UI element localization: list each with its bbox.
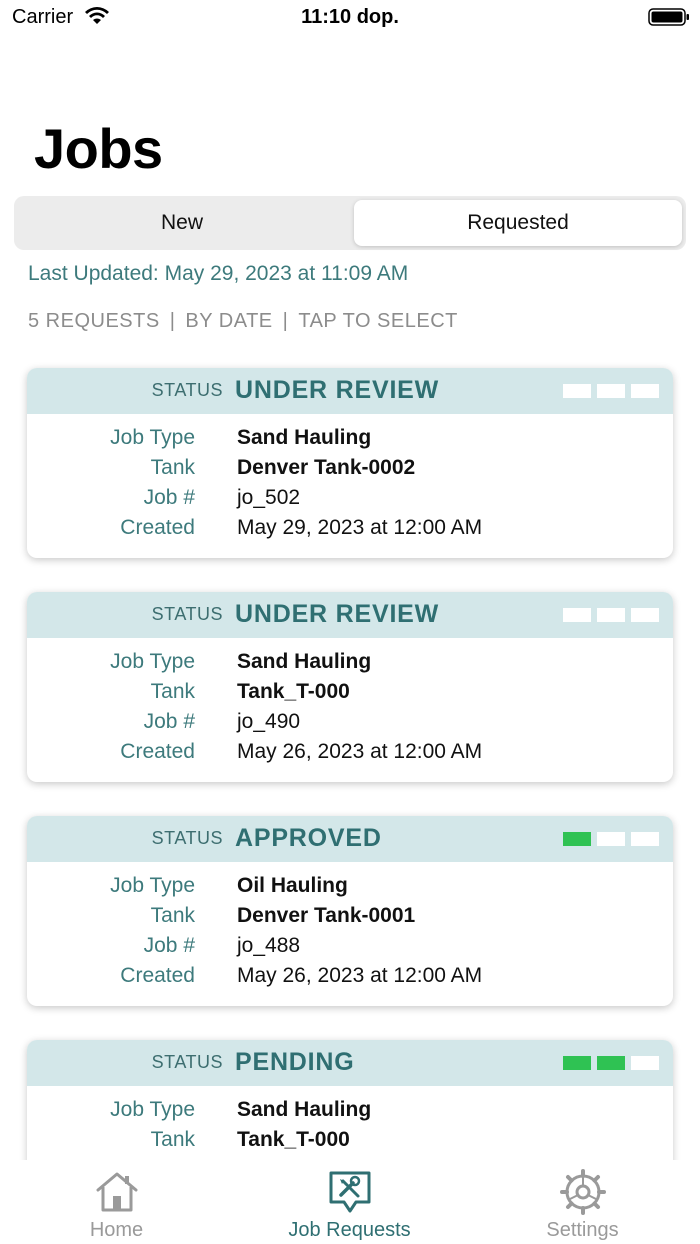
job-number-row: Job # jo_502 [27,486,673,516]
tab-label: Home [89,1219,144,1241]
tab-label: Settings [546,1219,619,1241]
job-type-label: Job Type [110,650,195,673]
tank-value: Denver Tank-0002 [237,456,416,479]
requests-list: STATUS UNDER REVIEW Job Type Sand Hauling… [0,0,700,1160]
home-icon [96,1172,137,1212]
progress-step-pending [631,384,659,398]
tab-job-requests[interactable]: Job Requests [233,1160,466,1244]
tank-row: Tank Tank_T-000 [27,680,673,710]
job-type-row: Job Type Sand Hauling [27,1098,673,1128]
status-value: PENDING [235,1048,355,1076]
tank-row: Tank Denver Tank-0001 [27,904,673,934]
progress-step-pending [597,832,625,846]
tab-settings[interactable]: Settings [466,1160,699,1244]
created-row: Created May 26, 2023 at 12:00 AM [27,964,673,994]
tank-value: Tank_T-000 [237,1128,350,1151]
status-progress [563,1056,659,1070]
progress-step-complete [563,832,591,846]
job-type-label: Job Type [110,426,195,449]
created-row: Created May 29, 2023 at 12:00 AM [27,516,673,546]
card-status-header: STATUS UNDER REVIEW [27,592,673,638]
tank-label: Tank [150,1128,195,1151]
created-row: Created May 26, 2023 at 12:00 AM [27,740,673,770]
job-type-value: Sand Hauling [237,1098,372,1121]
gear-icon [559,1169,606,1215]
created-value: May 29, 2023 at 12:00 AM [237,516,483,539]
tank-label: Tank [150,456,195,479]
card-status-header: STATUS APPROVED [27,816,673,862]
progress-step-complete [563,1056,591,1070]
job-type-value: Oil Hauling [237,874,348,897]
job-type-row: Job Type Oil Hauling [27,874,673,904]
job-number-label: Job # [143,934,195,957]
tank-row: Tank Tank_T-000 [27,1128,673,1158]
job-type-label: Job Type [110,1098,195,1121]
created-label: Created [120,740,195,763]
status-label: STATUS [151,1052,223,1072]
progress-step-pending [631,832,659,846]
tab-bar: Home Job Requests Settings [0,1160,700,1244]
job-type-value: Sand Hauling [237,650,372,673]
status-value: UNDER REVIEW [235,376,440,404]
progress-step-pending [563,608,591,622]
status-progress [563,832,659,846]
card-status-header: STATUS PENDING [27,1040,673,1086]
created-value: May 26, 2023 at 12:00 AM [237,740,483,763]
job-type-label: Job Type [110,874,195,897]
status-progress [563,384,659,398]
tab-label: Job Requests [288,1219,411,1241]
tank-label: Tank [150,904,195,927]
status-value: UNDER REVIEW [235,600,440,628]
created-label: Created [120,516,195,539]
created-value: May 26, 2023 at 12:00 AM [237,964,483,987]
card-status-header: STATUS UNDER REVIEW [27,368,673,414]
job-number-value: jo_488 [237,934,301,957]
job-number-value: jo_490 [237,710,301,733]
status-label: STATUS [151,604,223,624]
status-value: APPROVED [235,824,382,852]
created-label: Created [120,964,195,987]
status-progress [563,608,659,622]
request-card[interactable]: STATUS PENDING Job Type Sand Hauling Tank… [27,1040,673,1160]
tank-value: Denver Tank-0001 [237,904,416,927]
request-card[interactable]: STATUS UNDER REVIEW Job Type Sand Hauling… [27,368,673,558]
tank-value: Tank_T-000 [237,680,350,703]
job-number-value: jo_502 [237,486,301,509]
progress-step-pending [631,1056,659,1070]
job-number-label: Job # [143,710,195,733]
request-card[interactable]: STATUS UNDER REVIEW Job Type Sand Hauling… [27,592,673,782]
request-card[interactable]: STATUS APPROVED Job Type Oil Hauling Tank… [27,816,673,1006]
job-number-row: Job # jo_490 [27,710,673,740]
job-type-row: Job Type Sand Hauling [27,426,673,456]
job-number-label: Job # [143,486,195,509]
job-type-value: Sand Hauling [237,426,372,449]
status-label: STATUS [151,380,223,400]
progress-step-pending [597,608,625,622]
progress-step-pending [563,384,591,398]
status-label: STATUS [151,828,223,848]
tank-label: Tank [150,680,195,703]
progress-step-pending [597,384,625,398]
tab-home[interactable]: Home [0,1160,233,1244]
job-requests-icon [329,1171,370,1213]
job-number-row: Job # jo_488 [27,934,673,964]
tank-row: Tank Denver Tank-0002 [27,456,673,486]
progress-step-complete [597,1056,625,1070]
progress-step-pending [631,608,659,622]
job-type-row: Job Type Sand Hauling [27,650,673,680]
